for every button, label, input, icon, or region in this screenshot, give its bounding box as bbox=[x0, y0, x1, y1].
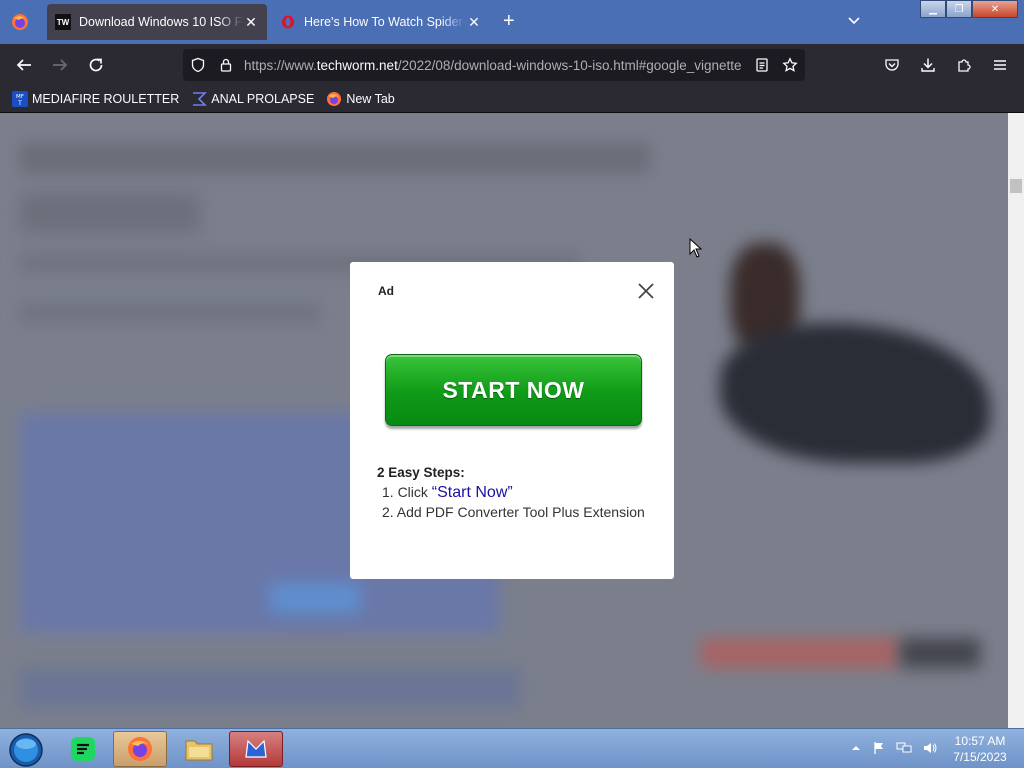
malwarebytes-icon bbox=[245, 739, 267, 758]
spotify-icon bbox=[71, 737, 95, 761]
volume-icon[interactable] bbox=[922, 741, 938, 755]
hamburger-menu-icon[interactable] bbox=[990, 55, 1010, 75]
reload-icon[interactable] bbox=[86, 55, 106, 75]
clock-date: 7/15/2023 bbox=[953, 750, 1007, 764]
svg-text:T: T bbox=[17, 100, 22, 107]
pocket-icon[interactable] bbox=[882, 55, 902, 75]
shield-icon[interactable] bbox=[190, 57, 206, 73]
firefox-icon bbox=[128, 737, 152, 761]
steps-title: 2 Easy Steps: bbox=[377, 465, 465, 480]
lock-icon[interactable] bbox=[218, 57, 234, 73]
mediafire-icon: MFT bbox=[12, 91, 28, 107]
taskbar-malwarebytes[interactable] bbox=[229, 731, 283, 767]
ad-modal: Ad START NOW 2 Easy Steps: 1. Click “Sta… bbox=[350, 262, 674, 579]
downloads-icon[interactable] bbox=[918, 55, 938, 75]
techworm-favicon: TW bbox=[55, 14, 71, 30]
system-tray bbox=[850, 741, 938, 755]
close-tab-icon[interactable]: ✕ bbox=[466, 14, 482, 31]
action-center-flag-icon[interactable] bbox=[872, 741, 886, 755]
bookmark-second[interactable]: ANAL PROLAPSE bbox=[191, 91, 314, 107]
navigation-bar: https://www.techworm.net/2022/08/downloa… bbox=[0, 44, 1024, 86]
reader-view-icon[interactable] bbox=[754, 57, 770, 73]
taskbar-file-explorer[interactable] bbox=[172, 731, 226, 767]
close-window-icon[interactable]: ✕ bbox=[972, 0, 1018, 18]
bookmark-new-tab[interactable]: New Tab bbox=[326, 91, 395, 107]
url-text[interactable]: https://www.techworm.net/2022/08/downloa… bbox=[244, 58, 747, 73]
back-arrow-icon[interactable] bbox=[14, 55, 34, 75]
restore-icon[interactable]: ❐ bbox=[946, 0, 972, 18]
tab-download-windows[interactable]: TW Download Windows 10 ISO File ✕ bbox=[47, 4, 267, 40]
clock-time: 10:57 AM bbox=[954, 734, 1006, 748]
extensions-icon[interactable] bbox=[954, 55, 974, 75]
mouse-cursor-icon bbox=[689, 238, 703, 258]
bookmark-mediafire[interactable]: MF T MEDIAFIRE ROULETTER bbox=[12, 91, 179, 107]
scrollbar[interactable] bbox=[1008, 113, 1024, 728]
network-icon[interactable] bbox=[896, 741, 912, 755]
ad-label: Ad bbox=[378, 284, 394, 298]
forward-arrow-icon[interactable] bbox=[50, 55, 70, 75]
firefox-icon bbox=[327, 92, 342, 106]
step-2: 2. Add PDF Converter Tool Plus Extension bbox=[382, 504, 645, 520]
minimize-icon[interactable]: ▁ bbox=[920, 0, 946, 18]
show-hidden-icons-icon[interactable] bbox=[850, 741, 862, 755]
tab-title: Download Windows 10 ISO File bbox=[79, 15, 243, 29]
close-tab-icon[interactable]: ✕ bbox=[243, 14, 259, 31]
tab-title: Here's How To Watch Spider-Man bbox=[304, 15, 466, 29]
folder-icon bbox=[185, 740, 213, 761]
taskbar-spotify[interactable] bbox=[56, 731, 110, 767]
title-bar: TW Download Windows 10 ISO File ✕ Here's… bbox=[0, 0, 1024, 44]
close-ad-icon[interactable] bbox=[635, 280, 657, 302]
start-orb-icon[interactable] bbox=[6, 732, 46, 768]
opera-icon bbox=[280, 14, 296, 30]
start-now-button[interactable]: START NOW bbox=[385, 354, 642, 426]
clock[interactable]: 10:57 AM 7/15/2023 bbox=[944, 733, 1016, 765]
firefox-icon[interactable] bbox=[10, 12, 30, 32]
new-tab-plus-icon[interactable]: + bbox=[503, 10, 515, 33]
scrollbar-thumb[interactable] bbox=[1010, 179, 1022, 193]
taskbar: 10:57 AM 7/15/2023 bbox=[0, 728, 1024, 768]
step-1: 1. Click “Start Now” bbox=[382, 484, 513, 501]
bookmarks-toolbar: MF T MEDIAFIRE ROULETTER ANAL PROLAPSE Ne… bbox=[0, 86, 1024, 113]
bookmark-star-icon[interactable] bbox=[782, 57, 798, 73]
window-controls: ▁ ❐ ✕ bbox=[920, 0, 1018, 18]
taskbar-firefox[interactable] bbox=[113, 731, 167, 767]
tab-spider-man[interactable]: Here's How To Watch Spider-Man ✕ bbox=[272, 4, 490, 40]
bookmark-sigma-icon bbox=[193, 92, 208, 106]
chevron-down-icon[interactable] bbox=[846, 12, 862, 28]
url-bar[interactable]: https://www.techworm.net/2022/08/downloa… bbox=[183, 49, 805, 81]
